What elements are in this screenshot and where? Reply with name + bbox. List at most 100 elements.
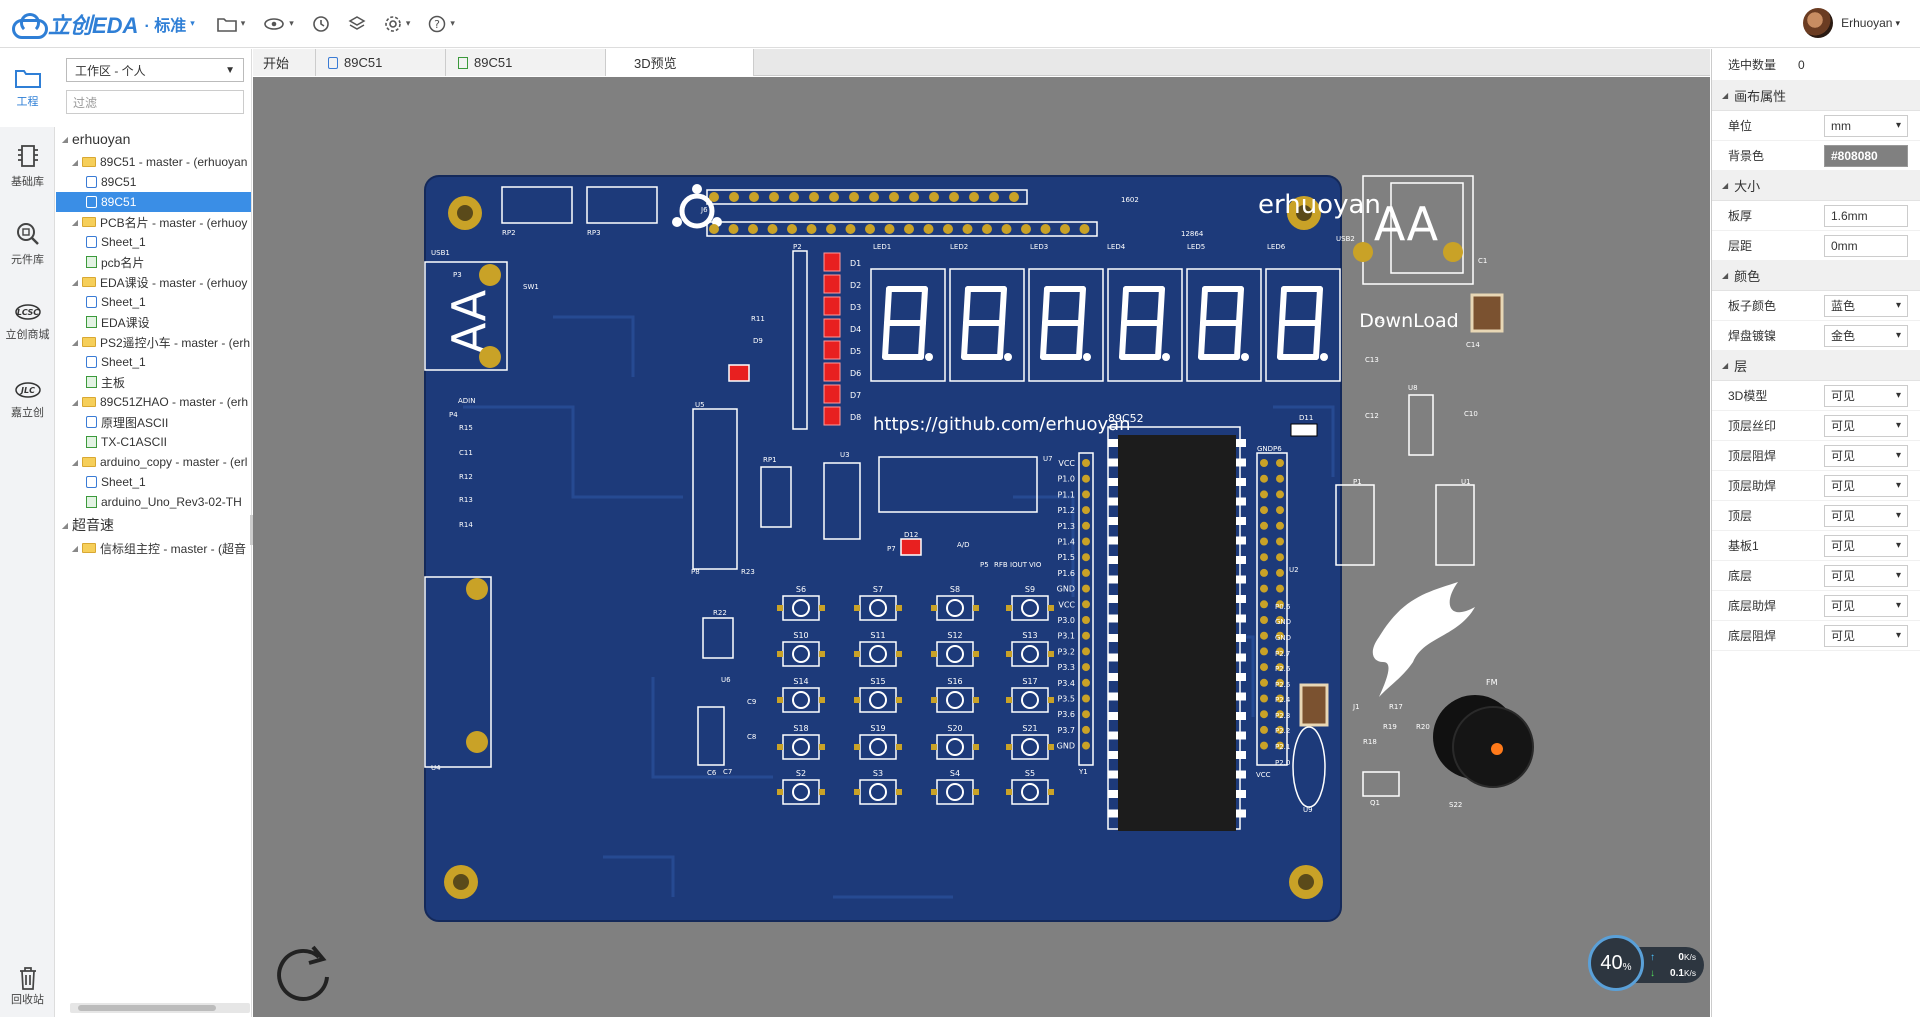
color-picker[interactable]: #808080	[1824, 144, 1908, 167]
tree-project-node[interactable]: ◢ 信标组主控 - master - (超音	[56, 538, 251, 558]
silk-label: 12864	[1181, 230, 1204, 238]
tree-document-node[interactable]: pcb名片	[56, 252, 251, 272]
display-segment	[1198, 320, 1206, 360]
tree-user-node[interactable]: ◢ erhuoyan	[56, 126, 251, 152]
property-select[interactable]: 可见	[1824, 444, 1908, 467]
property-select[interactable]: 可见	[1824, 414, 1908, 437]
tree-document-node[interactable]: TX-C1ASCII	[56, 432, 251, 452]
tree-document-node[interactable]: arduino_Uno_Rev3-02-TH	[56, 492, 251, 512]
property-select[interactable]: mm	[1824, 114, 1908, 137]
schematic-icon	[86, 296, 97, 308]
horizontal-scrollbar[interactable]	[70, 1003, 250, 1013]
property-select[interactable]: 可见	[1824, 564, 1908, 587]
tab-start[interactable]: 开始	[253, 49, 316, 76]
header-pin	[1276, 459, 1284, 467]
rail-item-jlc[interactable]: JLC 嘉立创	[0, 361, 55, 439]
left-rail: 工程 基础库 元件库 LCSC 立创商城 JLC 嘉立创 回收站	[0, 49, 55, 1017]
pin-label: P1.5	[1057, 553, 1075, 562]
header-pin	[729, 192, 739, 202]
mcu-pin	[1236, 770, 1246, 779]
button-label: S19	[870, 724, 885, 733]
layers-button[interactable]	[348, 15, 366, 33]
property-select[interactable]: 可见	[1824, 534, 1908, 557]
tree-document-node[interactable]: Sheet_1	[56, 352, 251, 372]
property-select[interactable]: 可见	[1824, 624, 1908, 647]
rail-item-project[interactable]: 工程	[0, 49, 55, 127]
view-menu-button[interactable]: ▾	[263, 17, 294, 31]
reload-icon[interactable]	[269, 939, 339, 1009]
svg-text:JLC: JLC	[19, 386, 35, 395]
tree-project-node[interactable]: ◢ PS2遥控小车 - master - (erh	[56, 332, 251, 352]
rail-item-lcsc[interactable]: LCSC 立创商城	[0, 283, 55, 361]
tree-project-node[interactable]: ◢ arduino_copy - master - (erl	[56, 452, 251, 472]
tree-user-node[interactable]: ◢ 超音速	[56, 512, 251, 538]
tree-document-node[interactable]: 主板	[56, 372, 251, 392]
tab-pcb[interactable]: 89C51	[446, 49, 606, 76]
expand-toggle-icon[interactable]: ◢	[68, 544, 82, 553]
property-input[interactable]: 1.6mm	[1824, 204, 1908, 227]
settings-menu-button[interactable]: ▾	[384, 15, 410, 33]
property-select[interactable]: 可见	[1824, 384, 1908, 407]
button-label: S18	[793, 724, 808, 733]
3d-preview-canvas[interactable]: AA AA D1 D2 D3 D4 D5 D6 D7 D8 VCC P1.0 P…	[253, 77, 1710, 1017]
silk-label: U6	[721, 676, 731, 684]
tab-3d-preview[interactable]: 3D预览	[606, 49, 754, 76]
expand-toggle-icon[interactable]: ◢	[58, 135, 72, 144]
expand-toggle-icon[interactable]: ◢	[58, 521, 72, 530]
display-segment	[1279, 286, 1287, 326]
rail-item-trash[interactable]: 回收站	[0, 965, 55, 1007]
property-select[interactable]: 可见	[1824, 594, 1908, 617]
filter-input[interactable]: 过滤	[66, 90, 244, 114]
property-select[interactable]: 蓝色	[1824, 294, 1908, 317]
expand-toggle-icon[interactable]: ◢	[68, 458, 82, 467]
header-pin	[1260, 663, 1268, 672]
tree-document-node[interactable]: EDA课设	[56, 312, 251, 332]
property-row: 板厚 1.6mm	[1712, 201, 1920, 231]
property-section-header[interactable]: ◢ 画布属性	[1712, 81, 1920, 111]
property-row: 底层 可见	[1712, 561, 1920, 591]
tab-schematic[interactable]: 89C51	[316, 49, 446, 76]
property-select[interactable]: 可见	[1824, 504, 1908, 527]
tree-project-node[interactable]: ◢ EDA课设 - master - (erhuoy	[56, 272, 251, 292]
property-value: 可见	[1831, 419, 1856, 433]
expand-toggle-icon[interactable]: ◢	[68, 338, 82, 347]
app-logo[interactable]: 立创EDA · 标准 ▾	[10, 0, 195, 48]
property-section-header[interactable]: ◢ 颜色	[1712, 261, 1920, 291]
avatar	[1803, 8, 1834, 38]
property-select[interactable]: 可见	[1824, 474, 1908, 497]
property-section-header[interactable]: ◢ 大小	[1712, 171, 1920, 201]
property-select[interactable]: 金色	[1824, 324, 1908, 347]
silk-label: P7	[887, 545, 896, 553]
header-pin	[1082, 568, 1090, 577]
header-pin	[1079, 224, 1090, 234]
svg-text:LCSC: LCSC	[16, 308, 38, 317]
tree-project-node[interactable]: ◢ 89C51 - master - (erhuoyan	[56, 152, 251, 172]
tree-document-node[interactable]: 89C51	[56, 192, 251, 212]
workspace-select[interactable]: 工作区 - 个人 ▼	[66, 58, 244, 82]
filter-placeholder: 过滤	[73, 95, 98, 110]
tree-project-node[interactable]: ◢ PCB名片 - master - (erhuoy	[56, 212, 251, 232]
rail-item-component-lib[interactable]: 元件库	[0, 205, 55, 283]
display-segment	[1155, 320, 1163, 360]
rail-item-basic-lib[interactable]: 基础库	[0, 127, 55, 205]
user-menu[interactable]: Erhuoyan ▾	[1803, 8, 1900, 38]
mcu-pin	[1108, 536, 1118, 545]
silk-label: P3	[453, 271, 462, 279]
history-button[interactable]	[312, 15, 330, 33]
expand-toggle-icon[interactable]: ◢	[68, 398, 82, 407]
property-section-header[interactable]: ◢ 层	[1712, 351, 1920, 381]
pcb-icon	[86, 316, 97, 328]
expand-toggle-icon[interactable]: ◢	[68, 218, 82, 227]
help-menu-button[interactable]: ? ▾	[428, 15, 455, 33]
rail-label: 基础库	[11, 176, 44, 188]
tree-document-node[interactable]: 原理图ASCII	[56, 412, 251, 432]
tree-document-node[interactable]: 89C51	[56, 172, 251, 192]
expand-toggle-icon[interactable]: ◢	[68, 278, 82, 287]
tree-document-node[interactable]: Sheet_1	[56, 292, 251, 312]
file-menu-button[interactable]: ▾	[216, 16, 245, 32]
tree-document-node[interactable]: Sheet_1	[56, 232, 251, 252]
expand-toggle-icon[interactable]: ◢	[68, 158, 82, 167]
property-input[interactable]: 0mm	[1824, 234, 1908, 257]
tree-project-node[interactable]: ◢ 89C51ZHAO - master - (erh	[56, 392, 251, 412]
tree-document-node[interactable]: Sheet_1	[56, 472, 251, 492]
